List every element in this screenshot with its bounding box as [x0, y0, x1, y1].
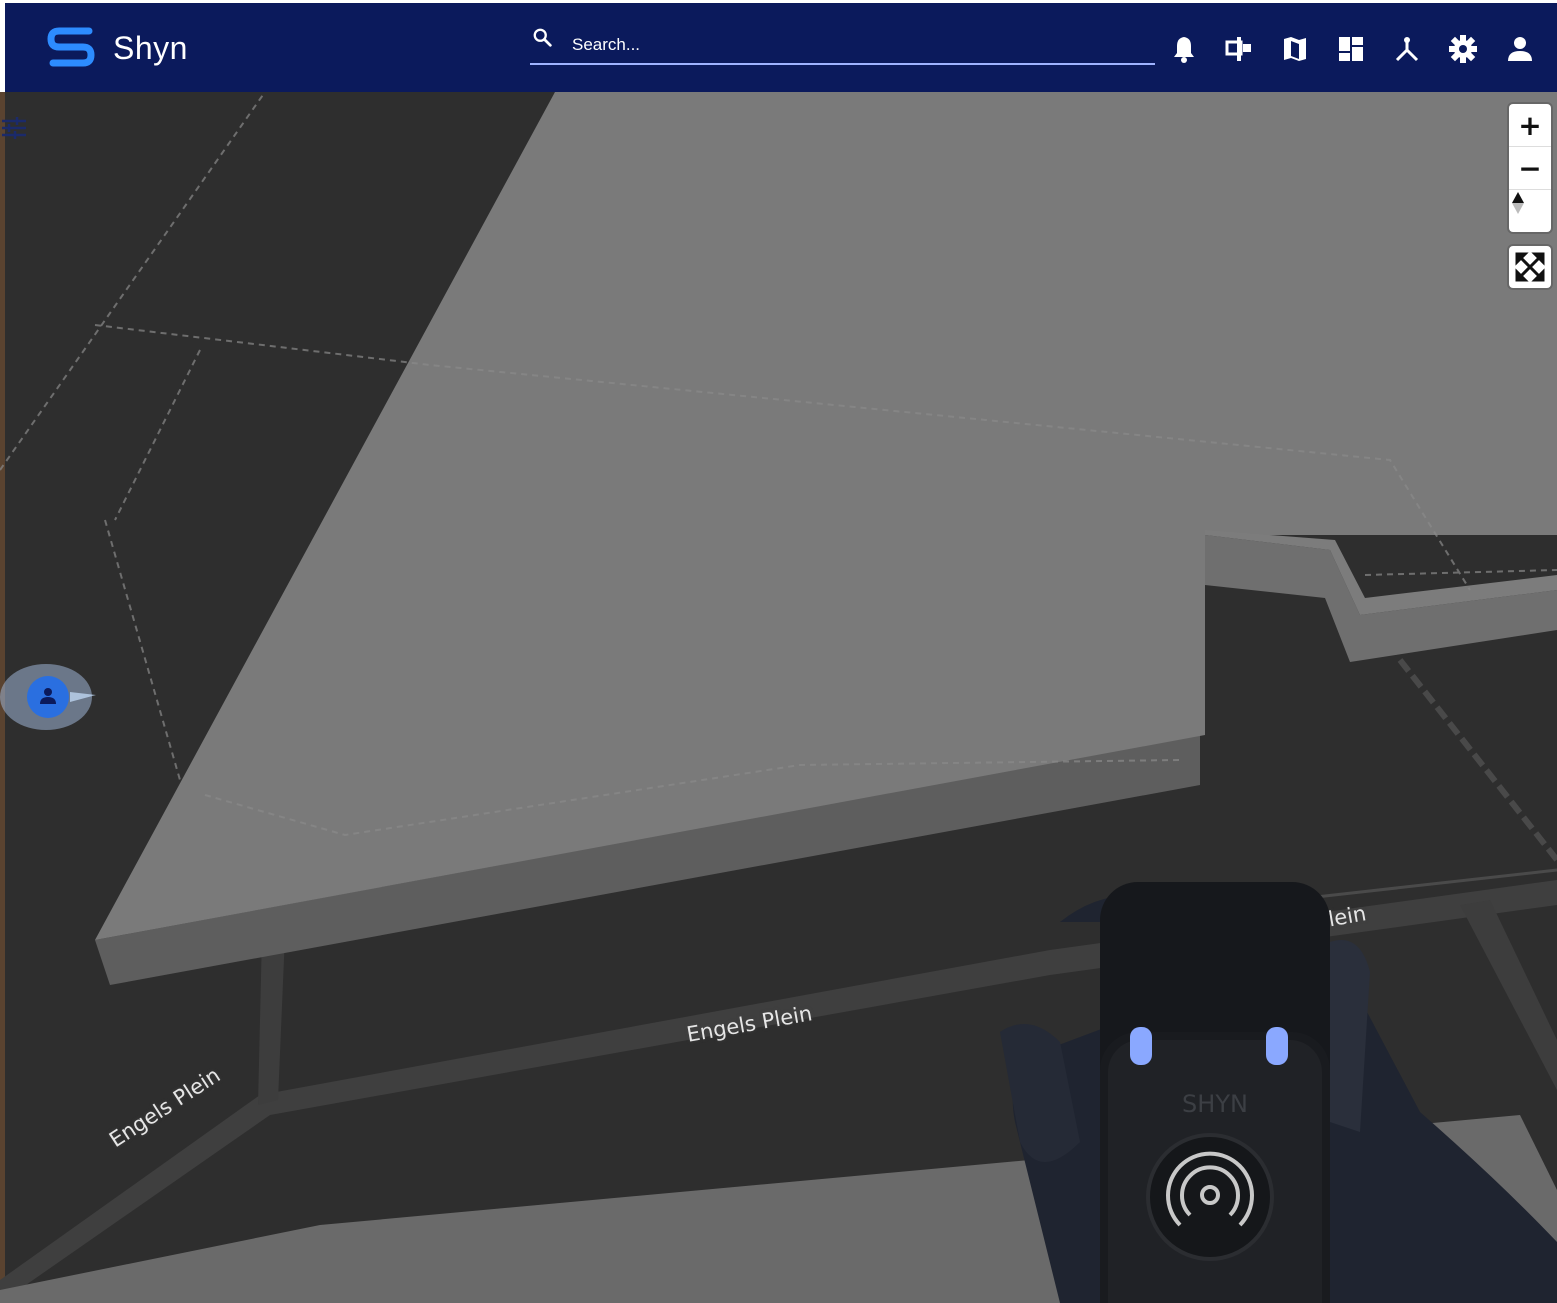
fullscreen-icon: [1515, 252, 1545, 282]
shyn-device-image: SHYN: [1000, 882, 1557, 1303]
device-brand: SHYN: [1182, 1090, 1248, 1118]
zoom-out-button[interactable]: −: [1509, 147, 1551, 189]
zoom-controls: + −: [1509, 104, 1551, 232]
user-icon[interactable]: [1504, 33, 1536, 65]
fullscreen-button[interactable]: [1509, 246, 1551, 288]
compass-icon: [1512, 192, 1524, 214]
search-icon: [533, 28, 552, 47]
search-bar[interactable]: [530, 23, 1155, 65]
gear-icon[interactable]: [1447, 33, 1479, 65]
bell-icon[interactable]: [1168, 33, 1200, 65]
app-title: Shyn: [113, 30, 188, 66]
user-location-marker[interactable]: [0, 662, 96, 732]
filter-icon[interactable]: [0, 114, 28, 142]
devices-icon[interactable]: [1223, 33, 1255, 65]
shyn-logo-icon[interactable]: [45, 25, 97, 73]
dashboard-icon[interactable]: [1335, 33, 1367, 65]
compass-button[interactable]: [1509, 190, 1551, 232]
zoom-in-button[interactable]: +: [1509, 104, 1551, 146]
map-icon[interactable]: [1279, 33, 1311, 65]
top-app-bar: Shyn: [0, 0, 1557, 92]
map-view[interactable]: Engels Plein Engels Plein Engels Plein S…: [0, 92, 1557, 1303]
hub-icon[interactable]: [1391, 33, 1423, 65]
search-input[interactable]: [570, 31, 1134, 59]
